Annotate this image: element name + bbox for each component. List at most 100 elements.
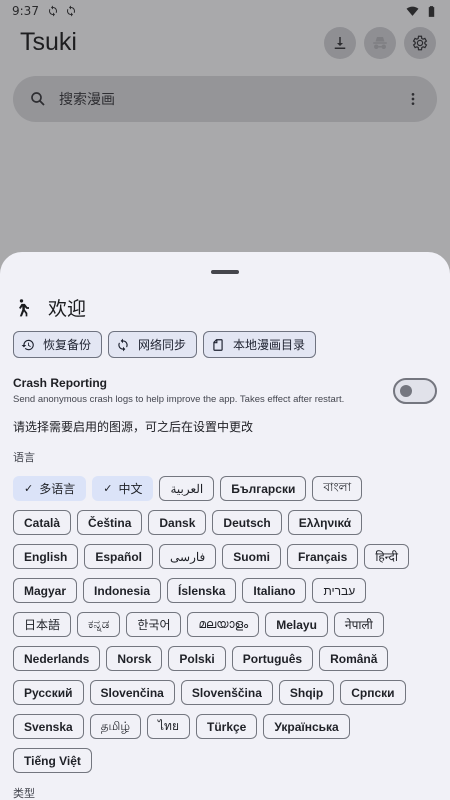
language-chip[interactable]: 日本語: [13, 612, 72, 637]
crash-reporting-title: Crash Reporting: [13, 376, 108, 390]
sync-icon: [118, 338, 128, 351]
language-chip[interactable]: বাংলা: [312, 476, 363, 501]
settings-button[interactable]: [404, 27, 436, 59]
crash-reporting-description: Send anonymous crash logs to help improv…: [13, 394, 345, 405]
language-chip[interactable]: नेपाली: [333, 612, 384, 637]
more-vert-icon[interactable]: [405, 91, 421, 107]
language-chip[interactable]: Slovenščina: [180, 680, 273, 705]
language-chip[interactable]: Српски: [340, 680, 406, 705]
language-chip-label: Nederlands: [24, 651, 90, 666]
language-chip-row: ✓ 多语言 ✓ 中文 العربية Български বাংলা: [13, 476, 437, 501]
language-chip[interactable]: Português: [231, 646, 314, 671]
local-manga-folder-label: 本地漫画目录: [233, 338, 306, 352]
language-chip[interactable]: Shqip: [278, 680, 335, 705]
language-chip-row: English Español فارسی Suomi Français हिन्दी: [13, 544, 437, 569]
language-chip-label: Italiano: [253, 583, 296, 598]
language-chip[interactable]: Nederlands: [13, 646, 101, 671]
restore-backup-label: 恢复备份: [43, 338, 92, 352]
language-chip[interactable]: Français: [286, 544, 359, 569]
language-chip[interactable]: Español: [84, 544, 154, 569]
language-chip[interactable]: മലയാളം: [187, 612, 260, 637]
language-chip[interactable]: Български: [220, 476, 307, 501]
language-chip[interactable]: Čeština: [77, 510, 143, 535]
sync-status-icon: [66, 5, 75, 17]
language-chip-label: हिन्दी: [375, 550, 398, 564]
language-chip-row: Magyar Indonesia Íslenska Italiano עברית: [13, 578, 437, 603]
welcome-header: 欢迎: [14, 294, 86, 321]
language-chip-label: Suomi: [233, 549, 270, 564]
download-icon: [334, 37, 346, 49]
incognito-button[interactable]: [364, 27, 396, 59]
app-bar: Tsuki: [0, 24, 450, 64]
network-sync-label: 网络同步: [138, 338, 187, 352]
language-chip-label: Slovenčina: [100, 685, 164, 700]
language-chip-label: Français: [297, 549, 348, 564]
check-icon: ✓: [24, 483, 34, 495]
language-chip[interactable]: Ελληνικά: [287, 510, 363, 535]
crash-reporting-setting: Crash Reporting Send anonymous crash log…: [13, 376, 393, 405]
folder-file-icon: [213, 338, 223, 351]
language-chip[interactable]: العربية: [159, 476, 215, 501]
language-chip[interactable]: Українська: [263, 714, 350, 739]
network-sync-button[interactable]: 网络同步: [108, 331, 198, 358]
language-chip-label: Shqip: [289, 685, 324, 700]
language-chip[interactable]: ಕನ್ನಡ: [77, 612, 121, 637]
language-chip[interactable]: Slovenčina: [89, 680, 175, 705]
language-chip-label: 한국어: [137, 618, 171, 632]
language-chip-label: Русский: [24, 685, 73, 700]
language-chip[interactable]: ✓ 中文: [92, 476, 154, 501]
language-chip[interactable]: עברית: [312, 578, 367, 603]
language-chip[interactable]: ✓ 多语言: [13, 476, 87, 501]
language-chip[interactable]: English: [13, 544, 79, 569]
language-chip[interactable]: Magyar: [13, 578, 78, 603]
language-chip-label: 中文: [118, 482, 143, 496]
language-chip[interactable]: 한국어: [126, 612, 182, 637]
drag-handle[interactable]: [211, 270, 239, 274]
language-chip[interactable]: Dansk: [148, 510, 207, 535]
language-chip-label: فارسی: [170, 549, 206, 564]
language-chip-label: Čeština: [88, 515, 132, 530]
sheet-title: 欢迎: [48, 298, 87, 320]
language-chip-label: Українська: [274, 719, 339, 734]
language-chip[interactable]: தமிழ்: [89, 714, 141, 739]
language-chip[interactable]: Polski: [168, 646, 226, 671]
incognito-icon: [373, 37, 387, 49]
download-button[interactable]: [324, 27, 356, 59]
language-chip[interactable]: Suomi: [222, 544, 281, 569]
language-chip[interactable]: Íslenska: [167, 578, 237, 603]
local-manga-folder-button[interactable]: 本地漫画目录: [203, 331, 317, 358]
crash-reporting-toggle[interactable]: [393, 378, 437, 404]
status-time: 9:37: [12, 4, 39, 18]
language-chip[interactable]: ไทย: [147, 714, 190, 739]
language-chip-label: ไทย: [158, 719, 179, 733]
restore-backup-button[interactable]: 恢复备份: [13, 331, 103, 358]
language-chip[interactable]: Norsk: [106, 646, 163, 671]
language-chip[interactable]: Română: [319, 646, 389, 671]
search-input[interactable]: 搜索漫画: [59, 89, 115, 109]
language-chip-label: தமிழ்: [100, 718, 130, 733]
language-chip[interactable]: Català: [13, 510, 72, 535]
language-chip-label: Slovenščina: [191, 685, 262, 700]
check-icon: ✓: [103, 483, 113, 495]
language-chip-row: Svenska தமிழ் ไทย Türkçe Українська: [13, 714, 437, 739]
language-chip[interactable]: Indonesia: [83, 578, 162, 603]
language-chip[interactable]: Melayu: [265, 612, 328, 637]
language-chip[interactable]: Türkçe: [195, 714, 258, 739]
language-chip[interactable]: Русский: [13, 680, 84, 705]
language-chip[interactable]: Italiano: [242, 578, 307, 603]
language-chip[interactable]: Tiếng Việt: [13, 748, 92, 773]
language-chip-label: Norsk: [117, 651, 152, 666]
search-bar[interactable]: 搜索漫画: [13, 76, 437, 122]
status-bar: 9:37: [0, 0, 450, 22]
language-chip[interactable]: Deutsch: [212, 510, 282, 535]
language-chip-label: Ελληνικά: [298, 515, 352, 530]
language-chip-label: Română: [330, 651, 378, 666]
language-section-label: 语言: [13, 451, 35, 464]
language-chip[interactable]: Svenska: [13, 714, 84, 739]
language-chip-label: Türkçe: [206, 719, 247, 734]
language-chip-label: Български: [231, 481, 296, 496]
language-chip-label: Dansk: [159, 515, 196, 530]
language-chip[interactable]: हिन्दी: [364, 544, 409, 569]
language-chip-label: ಕನ್ನಡ: [88, 617, 110, 631]
language-chip[interactable]: فارسی: [159, 544, 217, 569]
